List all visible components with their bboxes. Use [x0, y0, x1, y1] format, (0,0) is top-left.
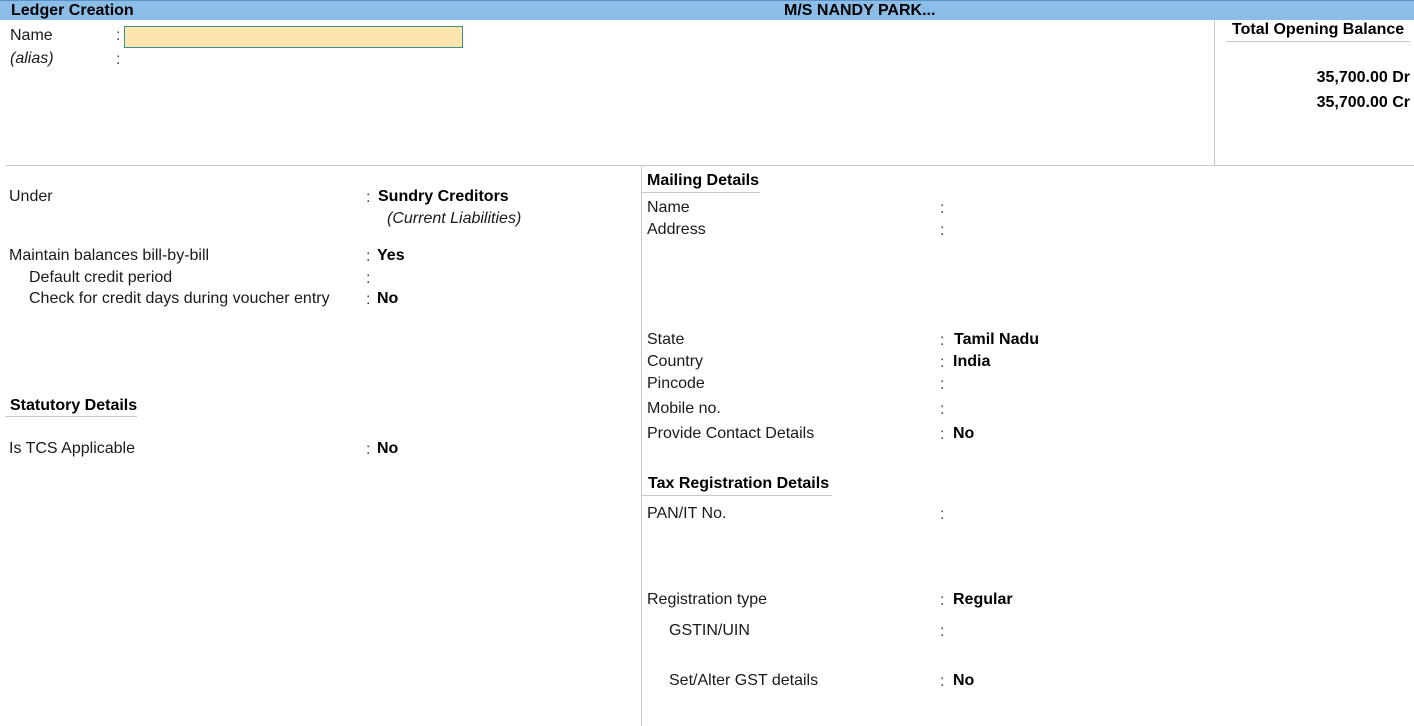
country-value[interactable]: India: [953, 353, 990, 371]
alias-label: (alias): [10, 50, 54, 67]
tax-registration-heading: Tax Registration Details: [648, 475, 830, 492]
opening-balance-title: Total Opening Balance: [1232, 21, 1405, 38]
tcs-applicable-label: Is TCS Applicable: [9, 440, 135, 457]
pincode-colon: :: [940, 376, 945, 393]
state-value[interactable]: Tamil Nadu: [954, 331, 1039, 349]
check-credit-days-label: Check for credit days during voucher ent…: [29, 290, 330, 307]
gstin-value[interactable]: [952, 622, 1152, 640]
pincode-label: Pincode: [647, 375, 705, 392]
gst-details-label: Set/Alter GST details: [669, 672, 819, 689]
mailing-name-colon: :: [940, 200, 945, 217]
credit-period-label: Default credit period: [29, 269, 173, 286]
mailing-details-heading: Mailing Details: [647, 172, 760, 189]
registration-type-value[interactable]: Regular: [953, 591, 1013, 609]
state-label: State: [647, 331, 685, 348]
bill-by-bill-value[interactable]: Yes: [377, 247, 405, 265]
pan-value[interactable]: [952, 505, 1152, 523]
tax-heading-underline: [642, 495, 832, 496]
credit-period-colon: :: [366, 270, 371, 287]
title-bar: Ledger Creation M/S NANDY PARK...: [0, 0, 1414, 20]
state-colon: :: [940, 332, 945, 349]
registration-type-colon: :: [940, 592, 945, 609]
under-parent-group: (Current Liabilities): [387, 210, 522, 227]
alias-colon: :: [116, 51, 121, 68]
statutory-details-heading: Statutory Details: [10, 397, 138, 414]
pan-colon: :: [940, 506, 945, 523]
provide-contact-label: Provide Contact Details: [647, 425, 815, 442]
address-label: Address: [647, 221, 706, 238]
tcs-applicable-value[interactable]: No: [377, 440, 398, 458]
registration-type-label: Registration type: [647, 591, 768, 608]
opening-balance-debit: 35,700.00 Dr: [1316, 69, 1410, 86]
alias-input[interactable]: [124, 50, 463, 70]
opening-balance-underline: [1226, 41, 1410, 42]
pan-label: PAN/IT No.: [647, 505, 727, 522]
ledger-name-input[interactable]: [124, 26, 463, 48]
mobile-colon: :: [940, 401, 945, 418]
credit-period-value[interactable]: [377, 269, 577, 287]
check-credit-days-value[interactable]: No: [377, 290, 398, 308]
address-value[interactable]: [952, 221, 1252, 239]
check-credit-days-colon: :: [366, 291, 371, 308]
balance-panel-divider: [1214, 20, 1215, 165]
gstin-colon: :: [940, 623, 945, 640]
mobile-value[interactable]: [952, 400, 1152, 418]
column-divider: [641, 166, 642, 726]
provide-contact-value[interactable]: No: [953, 425, 974, 443]
mobile-label: Mobile no.: [647, 400, 721, 417]
opening-balance-credit: 35,700.00 Cr: [1316, 94, 1410, 111]
bill-by-bill-colon: :: [366, 248, 371, 265]
company-name: M/S NANDY PARK...: [784, 2, 936, 19]
under-colon: :: [366, 189, 371, 206]
name-colon: :: [116, 27, 121, 44]
provide-contact-colon: :: [940, 426, 945, 443]
pincode-value[interactable]: [952, 375, 1152, 393]
gst-details-colon: :: [940, 673, 945, 690]
country-colon: :: [940, 354, 945, 371]
address-colon: :: [940, 222, 945, 239]
mailing-heading-underline: [642, 192, 760, 193]
header-divider: [6, 165, 1414, 166]
statutory-heading-underline: [5, 416, 137, 417]
mailing-name-value[interactable]: [952, 199, 1252, 217]
tcs-applicable-colon: :: [366, 441, 371, 458]
under-value[interactable]: Sundry Creditors: [378, 188, 509, 206]
mailing-name-label: Name: [647, 199, 690, 216]
bill-by-bill-label: Maintain balances bill-by-bill: [9, 247, 210, 264]
country-label: Country: [647, 353, 704, 370]
name-label: Name: [10, 27, 53, 44]
under-label: Under: [9, 188, 53, 205]
screen-title: Ledger Creation: [11, 2, 134, 19]
gstin-label: GSTIN/UIN: [669, 622, 750, 639]
gst-details-value[interactable]: No: [953, 672, 974, 690]
